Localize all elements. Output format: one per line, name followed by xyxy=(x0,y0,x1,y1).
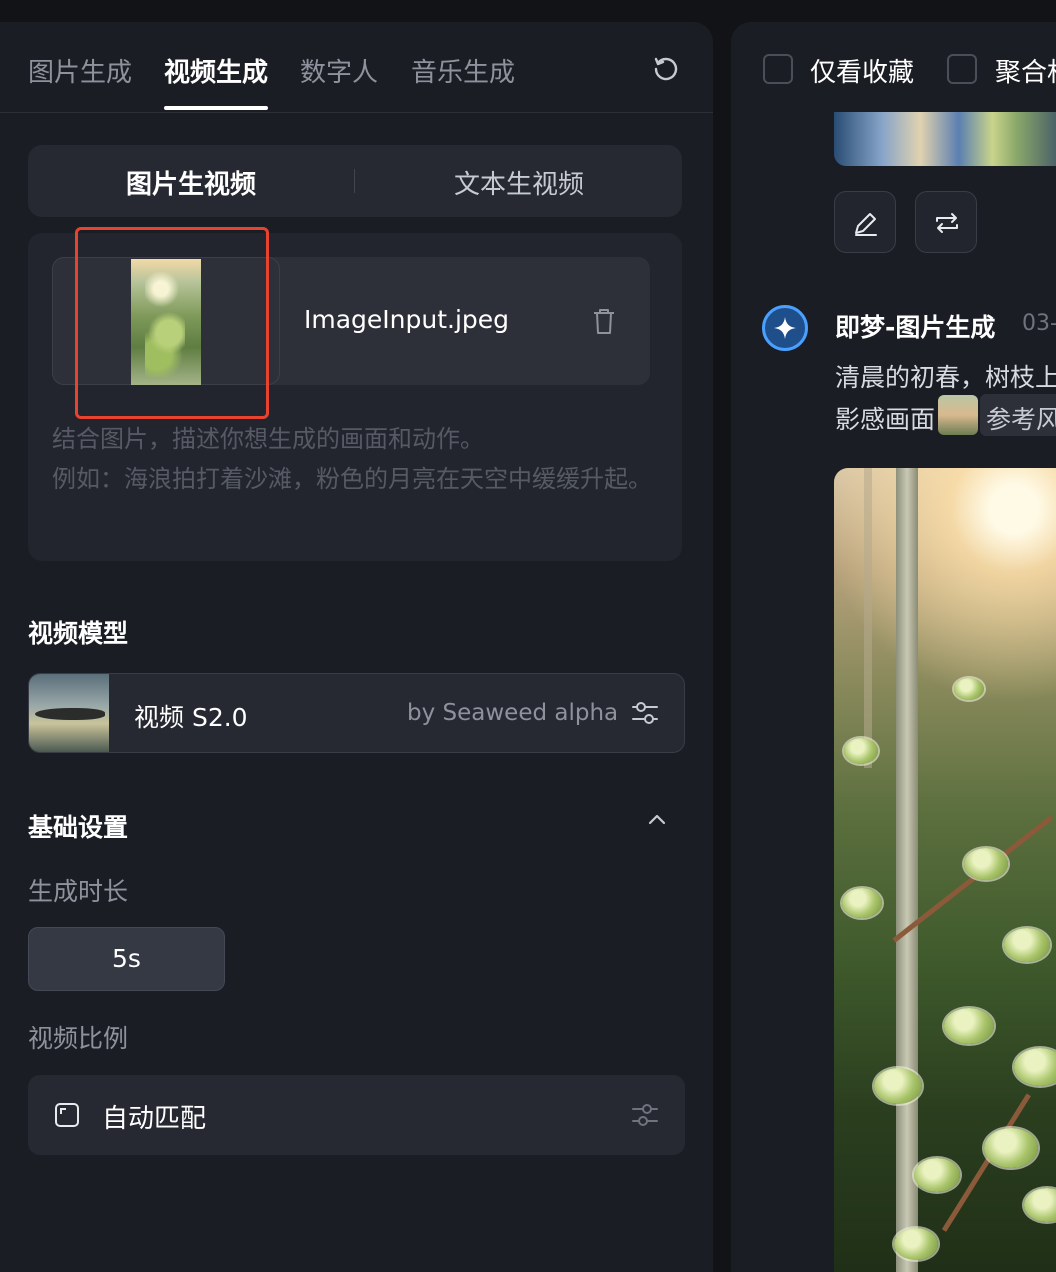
prompt-placeholder-line1: 结合图片，描述你想生成的画面和动作。 xyxy=(52,425,484,453)
result-feed-panel: 仅看收藏 聚合相 即梦-图片生成 03- 清晨的初春，树枝上 影感画面 参考风 xyxy=(731,22,1056,1272)
message-text-line2: 影感画面 xyxy=(835,405,936,434)
ratio-selector[interactable]: 自动匹配 xyxy=(28,1075,685,1155)
pencil-icon xyxy=(855,213,877,236)
leaf xyxy=(944,1008,994,1044)
leaf xyxy=(914,1158,960,1192)
duration-label: 生成时长 xyxy=(28,877,129,906)
uploaded-file-name: ImageInput.jpeg xyxy=(304,305,510,334)
aggregate-checkbox[interactable] xyxy=(947,54,977,84)
video-model-title: 视频模型 xyxy=(28,619,129,648)
prompt-input[interactable]: 结合图片，描述你想生成的画面和动作。 例如：海浪拍打着沙滩，粉色的月亮在天空中缓… xyxy=(52,419,652,499)
tab-image-generation[interactable]: 图片生成 xyxy=(28,52,132,89)
background-tree xyxy=(864,468,872,768)
refresh-icon[interactable] xyxy=(652,55,680,83)
sender-name: 即梦-图片生成 xyxy=(835,313,996,342)
favorites-filter-label: 仅看收藏 xyxy=(810,58,915,88)
reference-image-thumbnail[interactable] xyxy=(938,395,978,435)
edit-button[interactable] xyxy=(834,191,896,253)
ratio-value: 自动匹配 xyxy=(102,1104,207,1134)
leaf xyxy=(874,1068,922,1104)
generation-panel: 图片生成 视频生成 数字人 音乐生成 图片生视频 文本生视频 ImageInpu… xyxy=(0,22,713,1272)
top-tabs: 图片生成 视频生成 数字人 音乐生成 xyxy=(0,22,713,113)
model-thumbnail xyxy=(29,674,109,752)
generated-image[interactable] xyxy=(834,468,1056,1272)
leaf xyxy=(844,738,878,764)
leaf xyxy=(1024,1188,1056,1222)
text-to-video-button[interactable]: 文本生视频 xyxy=(454,164,584,201)
reference-style-label: 参考风 xyxy=(986,405,1056,434)
mode-switch: 图片生视频 文本生视频 xyxy=(28,145,682,217)
leaf xyxy=(842,888,882,918)
aggregate-filter-label: 聚合相 xyxy=(995,58,1056,88)
leaf xyxy=(1004,928,1050,962)
message-timestamp: 03- xyxy=(1022,311,1056,336)
previous-result-image[interactable] xyxy=(834,112,1056,166)
trash-icon[interactable] xyxy=(592,307,616,335)
tree-trunk xyxy=(896,468,918,1272)
chevron-up-icon[interactable] xyxy=(647,812,667,826)
sliders-icon[interactable] xyxy=(631,1101,659,1129)
tab-video-generation[interactable]: 视频生成 xyxy=(164,52,268,89)
leaf xyxy=(894,1228,938,1260)
highlight-annotation-box xyxy=(75,227,269,419)
regenerate-button[interactable] xyxy=(915,191,977,253)
basic-settings-title: 基础设置 xyxy=(28,813,129,842)
leaf xyxy=(984,1128,1038,1168)
leaf xyxy=(1014,1048,1056,1086)
sliders-icon[interactable] xyxy=(631,699,659,727)
model-provider: by Seaweed alpha xyxy=(407,700,619,726)
tab-music-generation[interactable]: 音乐生成 xyxy=(411,52,515,89)
active-tab-indicator xyxy=(164,106,268,110)
mode-divider xyxy=(354,169,355,193)
tab-digital-human[interactable]: 数字人 xyxy=(300,52,378,89)
reference-style-chip[interactable]: 参考风 xyxy=(980,394,1056,436)
image-upload-card: ImageInput.jpeg 结合图片，描述你想生成的画面和动作。 例如：海浪… xyxy=(28,227,682,561)
image-to-video-button[interactable]: 图片生视频 xyxy=(126,164,256,201)
video-model-selector[interactable]: 视频 S2.0 by Seaweed alpha xyxy=(28,673,685,753)
leaf xyxy=(954,678,984,700)
duration-option-5s[interactable]: 5s xyxy=(28,927,225,991)
ratio-label: 视频比例 xyxy=(28,1024,129,1053)
message-text-line1: 清晨的初春，树枝上 xyxy=(835,363,1056,392)
aspect-ratio-icon xyxy=(55,1103,79,1127)
leaf xyxy=(964,848,1008,880)
sender-avatar xyxy=(762,305,808,351)
favorites-checkbox[interactable] xyxy=(763,54,793,84)
model-name: 视频 S2.0 xyxy=(134,703,248,732)
star-sparkle-icon xyxy=(774,317,796,339)
prompt-placeholder-line2: 例如：海浪拍打着沙滩，粉色的月亮在天空中缓缓升起。 xyxy=(52,465,652,493)
repeat-icon xyxy=(936,213,958,233)
